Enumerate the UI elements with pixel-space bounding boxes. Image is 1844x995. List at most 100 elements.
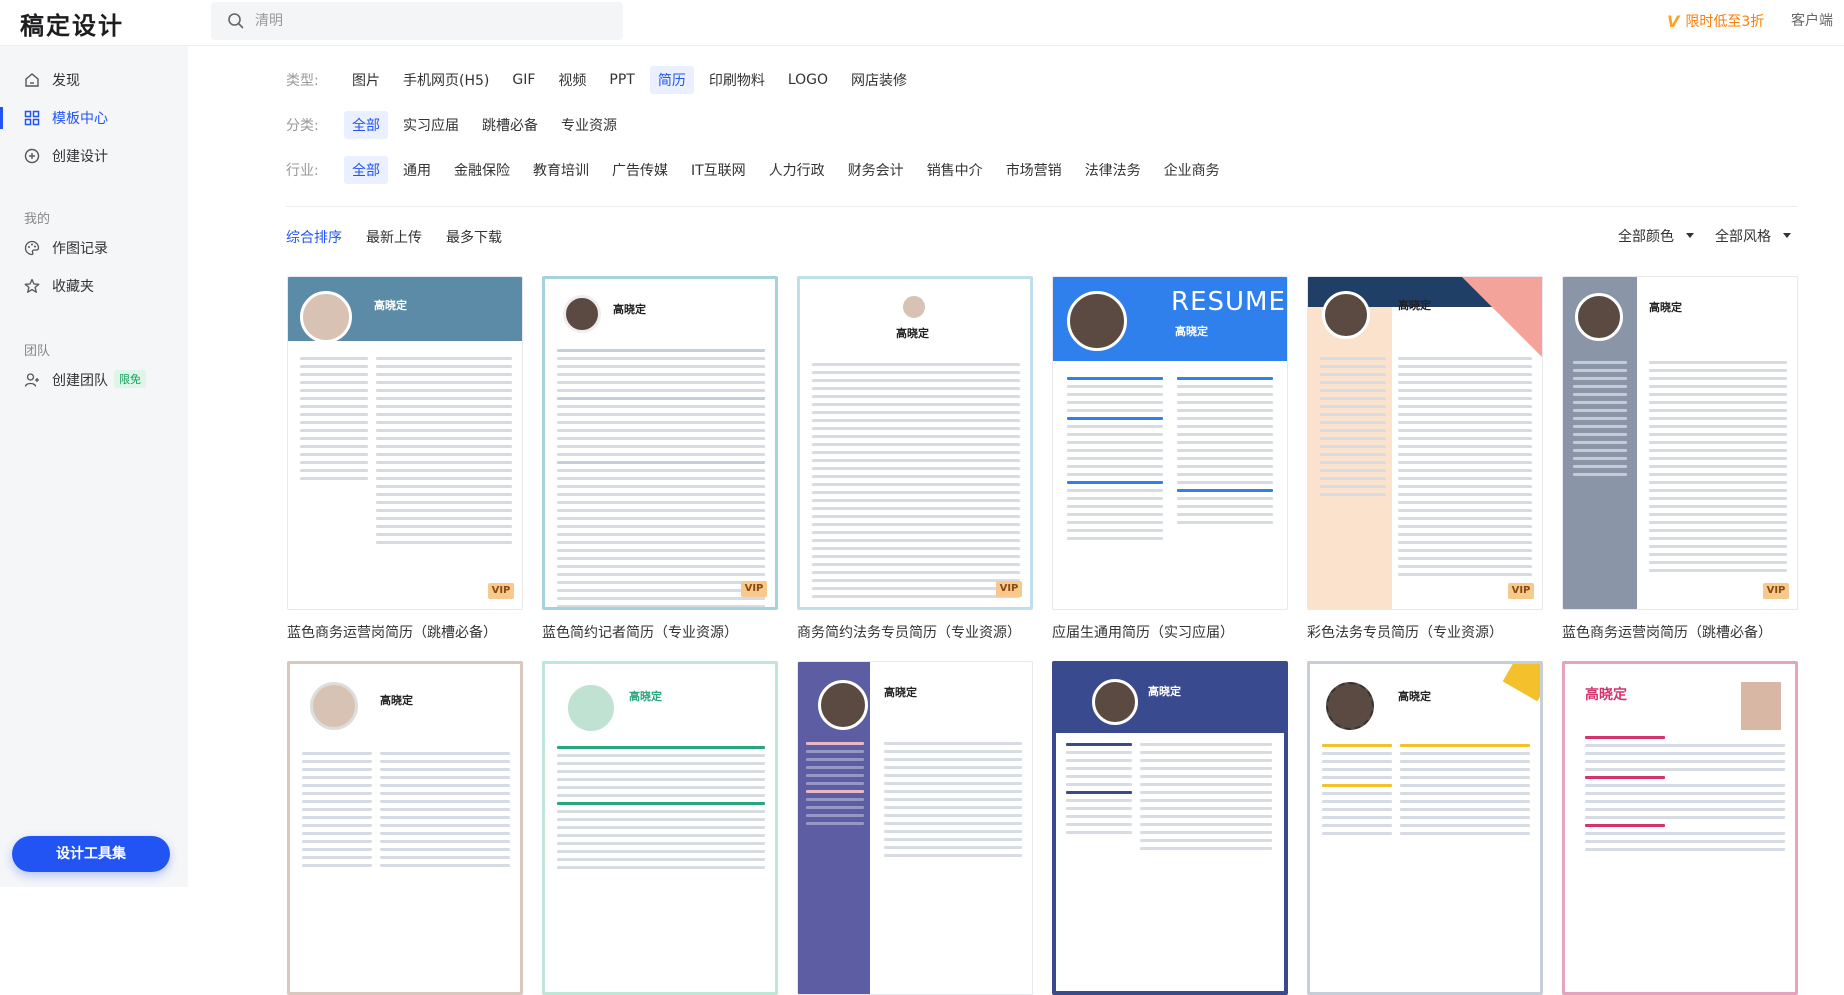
industry-chip[interactable]: 通用 <box>395 156 439 184</box>
resume-text-lines <box>376 357 512 549</box>
sort-bar: 综合排序 最新上传 最多下载 <box>286 224 526 250</box>
resume-name: 高晓定 <box>896 327 929 340</box>
sidebar: 发现 模板中心 创建设计 我的 作图记录 收藏夹 团队 创建团队 限免 设计工具… <box>0 46 188 887</box>
industry-chip[interactable]: 金融保险 <box>446 156 518 184</box>
resume-name: 高晓定 <box>613 303 646 316</box>
card-title[interactable]: 蓝色简约记者简历（专业资源） <box>542 622 738 642</box>
section-label-mine: 我的 <box>24 212 51 227</box>
template-card[interactable]: 高晓定 VIP <box>542 276 778 610</box>
color-dropdown[interactable]: 全部颜色 <box>1618 226 1694 246</box>
vip-badge: VIP <box>1763 583 1789 599</box>
resume-name: 高晓定 <box>1398 690 1431 703</box>
top-bar: 稿定设计 V 限时低至3折 客户端 <box>0 0 1844 46</box>
type-chip[interactable]: 手机网页(H5) <box>395 66 497 94</box>
type-filter-row: 类型: 图片 手机网页(H5) GIF 视频 PPT 简历 印刷物料 LOGO … <box>286 66 922 94</box>
resume-text-lines <box>1400 744 1530 840</box>
sidebar-item-create[interactable]: 创建设计 <box>0 138 188 174</box>
type-chip-selected[interactable]: 简历 <box>649 66 694 94</box>
type-chip[interactable]: 网店装修 <box>843 66 915 94</box>
style-dropdown[interactable]: 全部风格 <box>1715 226 1791 246</box>
filter-divider <box>286 206 1798 207</box>
resume-name: 高晓定 <box>1148 685 1181 698</box>
sidebar-item-history[interactable]: 作图记录 <box>0 230 188 266</box>
sidebar-item-templates[interactable]: 模板中心 <box>0 100 188 136</box>
industry-chip[interactable]: 市场营销 <box>998 156 1070 184</box>
grid-icon <box>24 110 40 126</box>
card-title[interactable]: 应届生通用简历（实习应届） <box>1052 622 1234 642</box>
client-download-link[interactable]: 客户端 <box>1791 10 1833 30</box>
industry-chip[interactable]: 销售中介 <box>919 156 991 184</box>
sidebar-item-label: 发现 <box>52 73 80 89</box>
resume-banner: RESUME <box>1171 287 1286 317</box>
palette-icon <box>24 240 40 256</box>
industry-chip[interactable]: IT互联网 <box>683 156 754 184</box>
promo-link[interactable]: V 限时低至3折 <box>1667 10 1764 32</box>
sidebar-item-label: 作图记录 <box>52 241 108 257</box>
template-card[interactable]: 高晓定 <box>1307 661 1543 995</box>
template-card[interactable]: 高晓定 VIP <box>1307 276 1543 610</box>
template-card[interactable]: RESUME 高晓定 <box>1052 276 1288 610</box>
resume-text-lines <box>1649 361 1787 577</box>
template-card[interactable]: 高晓定 <box>1052 661 1288 995</box>
type-chip[interactable]: LOGO <box>780 68 836 92</box>
type-chip[interactable]: 视频 <box>550 66 594 94</box>
resume-text-lines <box>1140 743 1272 855</box>
color-dropdown-label: 全部颜色 <box>1618 229 1674 245</box>
industry-filter-row: 行业: 全部 通用 金融保险 教育培训 广告传媒 IT互联网 人力行政 财务会计… <box>286 156 1235 184</box>
template-card[interactable]: 高晓定 VIP <box>797 276 1033 610</box>
sidebar-item-favorites[interactable]: 收藏夹 <box>0 268 188 304</box>
industry-chip[interactable]: 教育培训 <box>525 156 597 184</box>
card-title[interactable]: 蓝色商务运营岗简历（跳槽必备） <box>287 622 497 642</box>
design-tools-button[interactable]: 设计工具集 <box>12 836 170 872</box>
resume-name: 高晓定 <box>1649 301 1682 314</box>
plus-circle-icon <box>24 148 40 164</box>
search-icon <box>228 13 244 29</box>
resume-text-lines <box>1398 357 1532 581</box>
sort-option-selected[interactable]: 综合排序 <box>286 227 342 247</box>
search-input[interactable] <box>255 8 605 34</box>
avatar <box>1322 291 1370 339</box>
add-user-icon <box>24 373 39 387</box>
template-card[interactable]: 高晓定 VIP <box>1562 276 1798 610</box>
card-title[interactable]: 蓝色商务运营岗简历（跳槽必备） <box>1562 622 1772 642</box>
sidebar-item-create-team[interactable]: 创建团队 限免 <box>0 362 188 398</box>
template-card[interactable]: 高晓定 <box>542 661 778 995</box>
industry-chip[interactable]: 广告传媒 <box>604 156 676 184</box>
sort-option[interactable]: 最多下载 <box>446 227 502 247</box>
sidebar-item-discover[interactable]: 发现 <box>0 62 188 98</box>
type-chip[interactable]: 印刷物料 <box>701 66 773 94</box>
sort-option[interactable]: 最新上传 <box>366 227 422 247</box>
card-title[interactable]: 彩色法务专员简历（专业资源） <box>1307 622 1503 642</box>
type-chip[interactable]: GIF <box>504 68 543 92</box>
industry-chip[interactable]: 法律法务 <box>1077 156 1149 184</box>
style-dropdown-label: 全部风格 <box>1715 229 1771 245</box>
resume-name: 高晓定 <box>884 686 917 699</box>
category-chip-selected[interactable]: 全部 <box>344 111 388 139</box>
resume-text-lines <box>1585 736 1785 856</box>
category-chip[interactable]: 跳槽必备 <box>474 111 546 139</box>
resume-text-lines <box>884 742 1022 862</box>
type-chip[interactable]: PPT <box>601 68 642 92</box>
category-chip[interactable]: 专业资源 <box>553 111 625 139</box>
sidebar-item-label: 创建设计 <box>52 149 108 165</box>
resume-text-lines <box>806 742 864 830</box>
template-card[interactable]: 高晓定 <box>287 661 523 995</box>
type-chip[interactable]: 图片 <box>344 66 388 94</box>
industry-chip[interactable]: 企业商务 <box>1156 156 1228 184</box>
template-card[interactable]: 高晓定 <box>797 661 1033 995</box>
template-card[interactable]: 高晓定 VIP <box>287 276 523 610</box>
industry-chip[interactable]: 财务会计 <box>840 156 912 184</box>
industry-chip[interactable]: 人力行政 <box>761 156 833 184</box>
industry-chip-selected[interactable]: 全部 <box>344 156 388 184</box>
category-chip[interactable]: 实习应届 <box>395 111 467 139</box>
resume-text-lines <box>1067 377 1163 545</box>
app-logo[interactable]: 稿定设计 <box>20 6 124 41</box>
type-label: 类型: <box>286 73 319 89</box>
resume-text-lines <box>1066 743 1132 839</box>
template-card[interactable]: 高晓定 <box>1562 661 1798 995</box>
vip-crown-icon: V <box>1667 11 1680 31</box>
card-title[interactable]: 商务简约法务专员简历（专业资源） <box>797 622 1021 642</box>
section-label-team: 团队 <box>24 344 51 359</box>
search-box[interactable] <box>211 2 623 40</box>
resume-name: 高晓定 <box>629 690 662 703</box>
